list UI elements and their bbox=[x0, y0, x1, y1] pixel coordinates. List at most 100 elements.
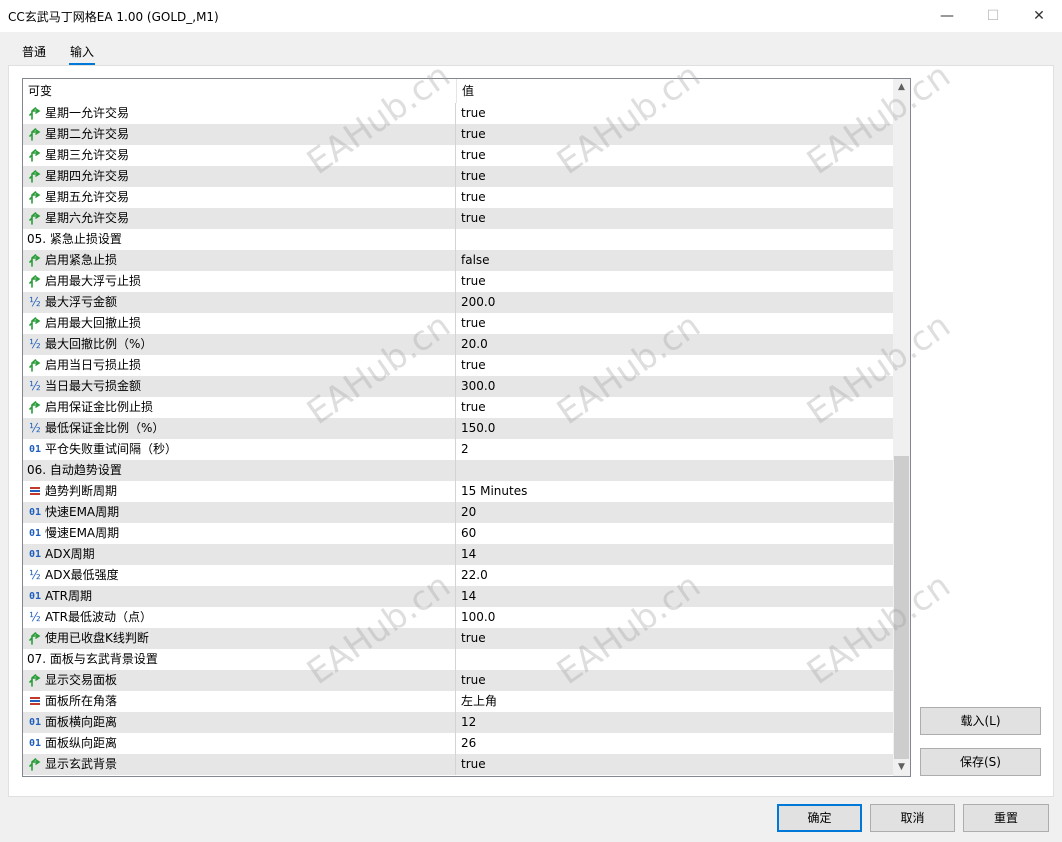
table-row[interactable]: ½ 最低保证金比例（%） 150.0 bbox=[23, 418, 893, 439]
parameter-value-cell[interactable]: 12 bbox=[457, 712, 893, 733]
table-row[interactable]: 01 慢速EMA周期 60 bbox=[23, 523, 893, 544]
parameter-label: 星期一允许交易 bbox=[45, 106, 130, 120]
table-row[interactable]: 启用当日亏损止损 true bbox=[23, 355, 893, 376]
table-row[interactable]: 01 面板纵向距离 26 bbox=[23, 733, 893, 754]
parameter-value-cell[interactable]: true bbox=[457, 208, 893, 229]
save-button[interactable]: 保存(S) bbox=[920, 748, 1041, 776]
parameter-name-cell: 星期六允许交易 bbox=[23, 208, 456, 229]
parameter-value-cell[interactable]: true bbox=[457, 355, 893, 376]
table-row[interactable]: ½ ADX最低强度 22.0 bbox=[23, 565, 893, 586]
cancel-button[interactable]: 取消 bbox=[870, 804, 955, 832]
close-button[interactable]: ✕ bbox=[1016, 0, 1062, 32]
parameter-name-cell: 01 快速EMA周期 bbox=[23, 502, 456, 523]
parameter-value-cell[interactable]: true bbox=[457, 145, 893, 166]
table-row[interactable]: 01 快速EMA周期 20 bbox=[23, 502, 893, 523]
parameter-value-cell[interactable]: 15 Minutes bbox=[457, 481, 893, 502]
load-button[interactable]: 载入(L) bbox=[920, 707, 1041, 735]
table-row[interactable]: 01 ADX周期 14 bbox=[23, 544, 893, 565]
parameter-value-cell[interactable] bbox=[457, 229, 893, 250]
parameter-value-cell[interactable]: 22.0 bbox=[457, 565, 893, 586]
parameter-value-cell[interactable]: 26 bbox=[457, 733, 893, 754]
parameter-value-cell[interactable]: false bbox=[457, 250, 893, 271]
parameter-name-cell: 01 ATR周期 bbox=[23, 586, 456, 607]
scrollbar-thumb[interactable] bbox=[894, 456, 909, 759]
table-row[interactable]: ½ ATR最低波动（点） 100.0 bbox=[23, 607, 893, 628]
reset-button[interactable]: 重置 bbox=[963, 804, 1049, 832]
integer-icon: 01 bbox=[28, 444, 42, 455]
parameter-value-cell[interactable]: 100.0 bbox=[457, 607, 893, 628]
parameter-value-cell[interactable]: true bbox=[457, 103, 893, 124]
ok-button[interactable]: 确定 bbox=[777, 804, 862, 832]
parameter-value-cell[interactable]: 200.0 bbox=[457, 292, 893, 313]
maximize-button[interactable]: ☐ bbox=[970, 0, 1016, 32]
parameter-value-cell[interactable]: 300.0 bbox=[457, 376, 893, 397]
parameter-value-cell[interactable]: 20 bbox=[457, 502, 893, 523]
parameter-value-cell[interactable]: 2 bbox=[457, 439, 893, 460]
parameter-value-cell[interactable]: true bbox=[457, 187, 893, 208]
parameter-value-cell[interactable]: true bbox=[457, 628, 893, 649]
table-row[interactable]: 启用保证金比例止损 true bbox=[23, 397, 893, 418]
vertical-scrollbar[interactable]: ▲ ▼ bbox=[893, 79, 910, 776]
scroll-up-icon[interactable]: ▲ bbox=[893, 79, 910, 96]
table-row[interactable]: ½ 当日最大亏损金额 300.0 bbox=[23, 376, 893, 397]
parameter-name-cell: 06. 自动趋势设置 bbox=[23, 460, 456, 481]
parameter-value-cell[interactable]: 14 bbox=[457, 544, 893, 565]
table-row[interactable]: 启用紧急止损 false bbox=[23, 250, 893, 271]
table-row[interactable]: 星期二允许交易 true bbox=[23, 124, 893, 145]
parameter-value-cell[interactable]: true bbox=[457, 124, 893, 145]
table-row[interactable]: ½ 最大回撤比例（%） 20.0 bbox=[23, 334, 893, 355]
parameter-value-cell[interactable]: 左上角 bbox=[457, 691, 893, 712]
parameter-value-cell[interactable]: 14 bbox=[457, 586, 893, 607]
table-row[interactable]: 显示玄武背景 true bbox=[23, 754, 893, 775]
parameter-value-cell[interactable] bbox=[457, 460, 893, 481]
parameter-value-cell[interactable]: true bbox=[457, 271, 893, 292]
parameter-value-cell[interactable]: true bbox=[457, 397, 893, 418]
bool-arrow-icon bbox=[27, 145, 43, 166]
minimize-button[interactable]: — bbox=[924, 0, 970, 32]
table-row[interactable]: 06. 自动趋势设置 bbox=[23, 460, 893, 481]
parameter-label: ATR最低波动（点） bbox=[45, 610, 152, 624]
parameter-value-cell[interactable]: 60 bbox=[457, 523, 893, 544]
table-row[interactable]: 01 面板横向距离 12 bbox=[23, 712, 893, 733]
parameter-value-cell[interactable]: true bbox=[457, 754, 893, 775]
parameter-value-cell[interactable]: 20.0 bbox=[457, 334, 893, 355]
table-row[interactable]: 趋势判断周期 15 Minutes bbox=[23, 481, 893, 502]
parameter-value-cell[interactable]: 150.0 bbox=[457, 418, 893, 439]
column-header-name[interactable]: 可变 bbox=[23, 79, 457, 103]
bool-arrow-icon bbox=[27, 187, 43, 208]
table-row[interactable]: 05. 紧急止损设置 bbox=[23, 229, 893, 250]
tab-inputs[interactable]: 输入 bbox=[68, 43, 96, 65]
table-row[interactable]: 星期一允许交易 true bbox=[23, 103, 893, 124]
parameter-value-cell[interactable] bbox=[457, 649, 893, 670]
parameter-name-cell: 启用最大回撤止损 bbox=[23, 313, 456, 334]
table-row[interactable]: 星期四允许交易 true bbox=[23, 166, 893, 187]
parameter-value-cell[interactable]: true bbox=[457, 670, 893, 691]
scroll-down-icon[interactable]: ▼ bbox=[893, 759, 910, 776]
table-row[interactable]: 01 平仓失败重试间隔（秒） 2 bbox=[23, 439, 893, 460]
bool-arrow-icon bbox=[27, 628, 43, 649]
parameter-name-cell: 07. 面板与玄武背景设置 bbox=[23, 649, 456, 670]
parameter-label: 星期三允许交易 bbox=[45, 148, 130, 162]
table-row[interactable]: 面板所在角落 左上角 bbox=[23, 691, 893, 712]
parameter-value-cell[interactable]: true bbox=[457, 313, 893, 334]
table-row[interactable]: 显示交易面板 true bbox=[23, 670, 893, 691]
table-row[interactable]: 启用最大回撤止损 true bbox=[23, 313, 893, 334]
parameter-value-cell[interactable]: true bbox=[457, 166, 893, 187]
table-row[interactable]: 星期六允许交易 true bbox=[23, 208, 893, 229]
enum-list-icon bbox=[27, 481, 43, 502]
table-row[interactable]: 星期五允许交易 true bbox=[23, 187, 893, 208]
parameter-label: 面板所在角落 bbox=[45, 694, 118, 708]
tab-general[interactable]: 普通 bbox=[22, 43, 46, 60]
table-row[interactable]: 星期三允许交易 true bbox=[23, 145, 893, 166]
table-row[interactable]: ½ 最大浮亏金额 200.0 bbox=[23, 292, 893, 313]
parameter-name-cell: 星期三允许交易 bbox=[23, 145, 456, 166]
table-row[interactable]: 使用已收盘K线判断 true bbox=[23, 628, 893, 649]
double-icon: ½ bbox=[29, 379, 41, 393]
table-row[interactable]: 07. 面板与玄武背景设置 bbox=[23, 649, 893, 670]
table-row[interactable]: 启用最大浮亏止损 true bbox=[23, 271, 893, 292]
column-header-value[interactable]: 值 bbox=[457, 79, 893, 103]
parameter-name-cell: 启用当日亏损止损 bbox=[23, 355, 456, 376]
table-row[interactable]: 01 ATR周期 14 bbox=[23, 586, 893, 607]
bool-arrow-icon bbox=[27, 250, 43, 271]
parameter-name-cell: 01 面板纵向距离 bbox=[23, 733, 456, 754]
